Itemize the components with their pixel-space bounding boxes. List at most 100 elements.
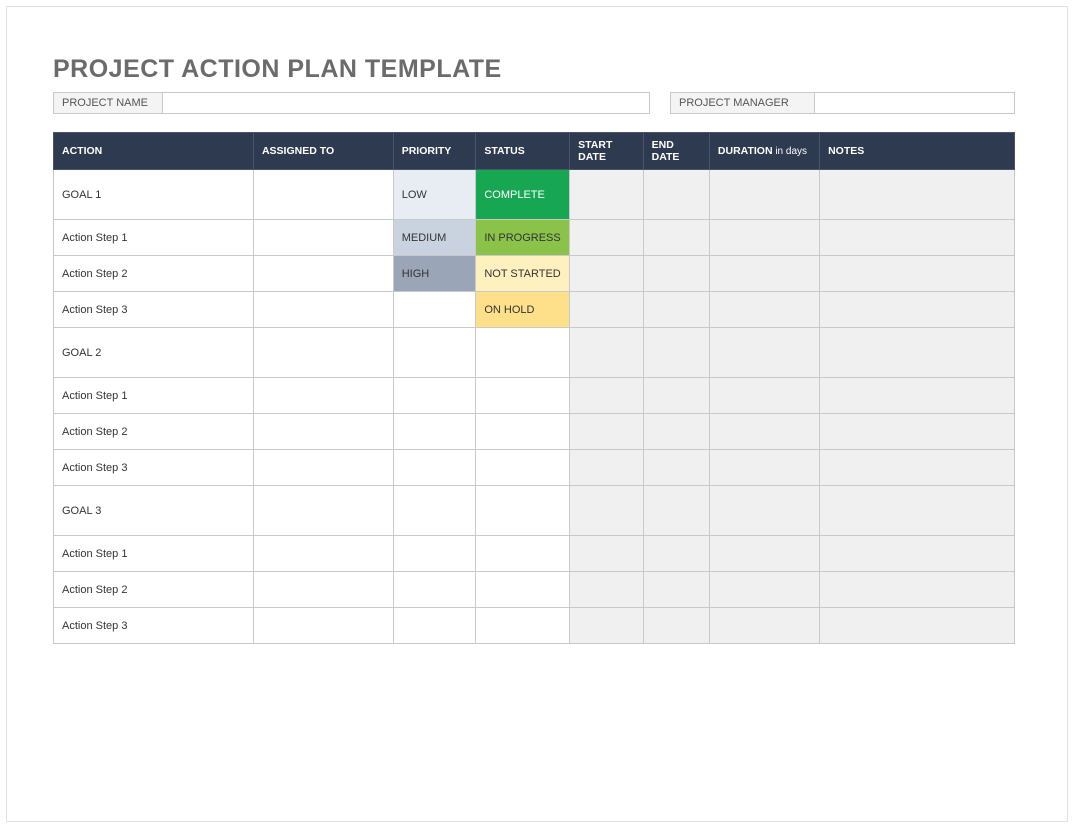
cell-assigned[interactable] [253,572,393,608]
cell-end[interactable] [643,486,709,536]
cell-priority[interactable] [393,450,476,486]
cell-duration[interactable] [709,414,819,450]
cell-end[interactable] [643,170,709,220]
cell-notes[interactable] [820,170,1015,220]
cell-status[interactable] [476,414,570,450]
cell-action[interactable]: Action Step 2 [54,256,254,292]
cell-notes[interactable] [820,328,1015,378]
cell-assigned[interactable] [253,170,393,220]
cell-action[interactable]: Action Step 3 [54,608,254,644]
cell-duration[interactable] [709,608,819,644]
cell-priority[interactable]: MEDIUM [393,220,476,256]
cell-notes[interactable] [820,450,1015,486]
cell-start[interactable] [570,608,643,644]
cell-notes[interactable] [820,220,1015,256]
cell-action[interactable]: GOAL 2 [54,328,254,378]
cell-action[interactable]: Action Step 2 [54,414,254,450]
cell-notes[interactable] [820,572,1015,608]
project-manager-input[interactable] [815,92,1015,114]
cell-status[interactable]: COMPLETE [476,170,570,220]
cell-start[interactable] [570,536,643,572]
cell-priority[interactable]: LOW [393,170,476,220]
cell-end[interactable] [643,414,709,450]
cell-notes[interactable] [820,536,1015,572]
cell-end[interactable] [643,256,709,292]
cell-end[interactable] [643,220,709,256]
cell-notes[interactable] [820,486,1015,536]
cell-start[interactable] [570,572,643,608]
cell-duration[interactable] [709,220,819,256]
cell-end[interactable] [643,328,709,378]
cell-notes[interactable] [820,608,1015,644]
cell-assigned[interactable] [253,414,393,450]
cell-notes[interactable] [820,292,1015,328]
cell-status[interactable] [476,572,570,608]
cell-duration[interactable] [709,378,819,414]
cell-status[interactable]: ON HOLD [476,292,570,328]
cell-status[interactable]: NOT STARTED [476,256,570,292]
table-row: Action Step 1 [54,536,1015,572]
cell-end[interactable] [643,292,709,328]
cell-priority[interactable] [393,572,476,608]
cell-status[interactable] [476,450,570,486]
cell-duration[interactable] [709,292,819,328]
table-row: Action Step 1 [54,378,1015,414]
cell-status[interactable] [476,328,570,378]
cell-assigned[interactable] [253,450,393,486]
cell-end[interactable] [643,608,709,644]
cell-start[interactable] [570,414,643,450]
cell-priority[interactable] [393,486,476,536]
cell-end[interactable] [643,536,709,572]
cell-priority[interactable] [393,292,476,328]
cell-duration[interactable] [709,170,819,220]
cell-start[interactable] [570,220,643,256]
cell-status[interactable] [476,378,570,414]
cell-action[interactable]: GOAL 1 [54,170,254,220]
cell-assigned[interactable] [253,328,393,378]
cell-status[interactable] [476,536,570,572]
cell-action[interactable]: Action Step 1 [54,220,254,256]
cell-end[interactable] [643,378,709,414]
cell-duration[interactable] [709,450,819,486]
cell-priority[interactable]: HIGH [393,256,476,292]
cell-priority[interactable] [393,536,476,572]
cell-start[interactable] [570,292,643,328]
cell-assigned[interactable] [253,220,393,256]
cell-end[interactable] [643,450,709,486]
cell-start[interactable] [570,450,643,486]
cell-start[interactable] [570,170,643,220]
cell-duration[interactable] [709,536,819,572]
cell-priority[interactable] [393,328,476,378]
cell-assigned[interactable] [253,378,393,414]
cell-duration[interactable] [709,328,819,378]
cell-action[interactable]: Action Step 2 [54,572,254,608]
cell-assigned[interactable] [253,608,393,644]
cell-start[interactable] [570,378,643,414]
cell-action[interactable]: Action Step 3 [54,450,254,486]
cell-notes[interactable] [820,378,1015,414]
cell-notes[interactable] [820,256,1015,292]
cell-status[interactable] [476,608,570,644]
cell-action[interactable]: Action Step 1 [54,378,254,414]
cell-action[interactable]: GOAL 3 [54,486,254,536]
cell-status[interactable] [476,486,570,536]
cell-duration[interactable] [709,572,819,608]
cell-assigned[interactable] [253,292,393,328]
cell-start[interactable] [570,328,643,378]
cell-action[interactable]: Action Step 3 [54,292,254,328]
cell-assigned[interactable] [253,536,393,572]
cell-start[interactable] [570,486,643,536]
cell-end[interactable] [643,572,709,608]
cell-status[interactable]: IN PROGRESS [476,220,570,256]
cell-priority[interactable] [393,608,476,644]
cell-assigned[interactable] [253,486,393,536]
cell-start[interactable] [570,256,643,292]
cell-assigned[interactable] [253,256,393,292]
cell-duration[interactable] [709,256,819,292]
cell-action[interactable]: Action Step 1 [54,536,254,572]
cell-duration[interactable] [709,486,819,536]
project-name-input[interactable] [163,92,650,114]
cell-priority[interactable] [393,378,476,414]
cell-priority[interactable] [393,414,476,450]
cell-notes[interactable] [820,414,1015,450]
